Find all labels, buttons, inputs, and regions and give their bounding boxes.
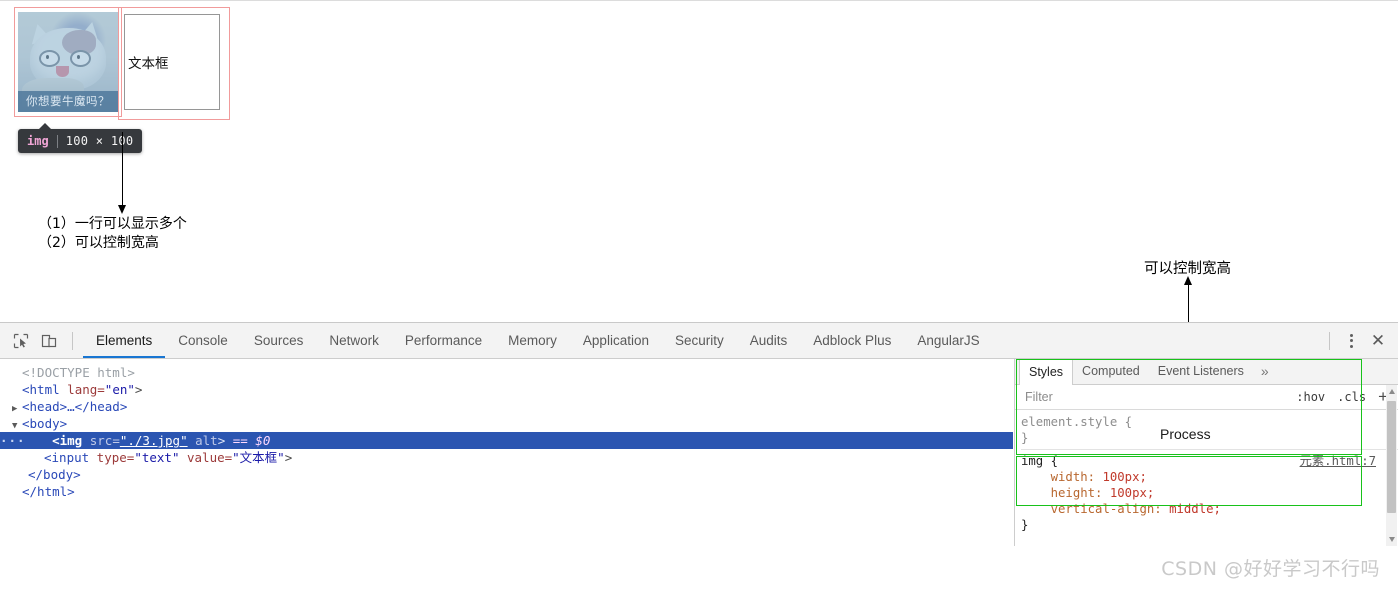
img-src-value[interactable]: "./3.jpg" bbox=[120, 433, 188, 448]
decl-height-value[interactable]: 100px; bbox=[1110, 486, 1154, 500]
page-image-element[interactable]: 你想要牛魔吗？ bbox=[18, 12, 118, 112]
dom-line-body-close[interactable]: </body> bbox=[0, 466, 1013, 483]
rule-separator bbox=[1021, 449, 1398, 450]
tab-sources[interactable]: Sources bbox=[241, 323, 317, 358]
tab-audits[interactable]: Audits bbox=[737, 323, 801, 358]
dom-badge-ellipsis[interactable]: ··· bbox=[0, 432, 25, 449]
decl-vertical-align-name[interactable]: vertical-align bbox=[1051, 502, 1155, 516]
tab-security[interactable]: Security bbox=[662, 323, 737, 358]
scrollbar-thumb[interactable] bbox=[1387, 401, 1396, 513]
img-tag-name: <img bbox=[52, 433, 83, 448]
element-highlight-tooltip: img 100 × 100 bbox=[18, 123, 143, 153]
head-collapsed-text: <head>…</head> bbox=[22, 399, 128, 414]
decl-vertical-align-value[interactable]: middle; bbox=[1169, 502, 1221, 516]
dom-line-img-selected[interactable]: ··· <img src="./3.jpg" alt> == $0 bbox=[0, 432, 1013, 449]
input-type-attr: type= bbox=[89, 450, 135, 465]
img-rule-brace: } bbox=[1021, 518, 1029, 532]
input-tag-close: > bbox=[284, 450, 293, 465]
img-selection-marker: == $0 bbox=[225, 433, 271, 448]
rule-decl-vertical-align[interactable]: vertical-align: middle; bbox=[1021, 501, 1398, 517]
decl-height-name[interactable]: height bbox=[1051, 486, 1095, 500]
body-open-tag: <body> bbox=[22, 416, 68, 431]
csdn-watermark: CSDN @好好学习不行吗 bbox=[1161, 558, 1380, 580]
styles-sidebar: Styles Computed Event Listeners » :hov .… bbox=[1014, 359, 1398, 546]
tab-application[interactable]: Application bbox=[570, 323, 662, 358]
annotation-note-left: （1）一行可以显示多个 （2）可以控制宽高 bbox=[38, 215, 187, 253]
dom-line-doctype[interactable]: <!DOCTYPE html> bbox=[0, 364, 1013, 381]
toolbar-divider bbox=[72, 331, 73, 350]
devtools-body: <!DOCTYPE html> <html lang="en"> ▶ <head>… bbox=[0, 359, 1398, 546]
img-rule-source-link[interactable]: 元素.html:7 bbox=[1300, 453, 1376, 469]
tooltip-divider bbox=[56, 134, 58, 148]
html-lang-attr: lang= bbox=[59, 382, 105, 397]
dom-line-head[interactable]: ▶ <head>…</head> bbox=[0, 398, 1013, 415]
dom-line-input[interactable]: <input type="text" value="文本框"> bbox=[0, 449, 1013, 466]
doctype-text: <!DOCTYPE html> bbox=[22, 365, 135, 380]
tab-memory[interactable]: Memory bbox=[495, 323, 570, 358]
scroll-up-arrow-icon[interactable] bbox=[1388, 389, 1395, 394]
rule-decl-height[interactable]: height: 100px; bbox=[1021, 485, 1398, 501]
devtools-toolbar-right: ✕ bbox=[1321, 323, 1392, 358]
decl-width-value[interactable]: 100px; bbox=[1102, 470, 1146, 484]
annotation-note-right: 可以控制宽高 bbox=[1144, 261, 1231, 277]
tab-angularjs[interactable]: AngularJS bbox=[904, 323, 992, 358]
styles-filter-row: :hov .cls + bbox=[1015, 385, 1398, 410]
styles-scrollbar[interactable] bbox=[1386, 385, 1397, 546]
scroll-down-arrow-icon[interactable] bbox=[1388, 537, 1395, 542]
text-input-value: 文本框 bbox=[128, 56, 169, 72]
tab-elements[interactable]: Elements bbox=[83, 323, 165, 358]
more-options-icon[interactable] bbox=[1338, 328, 1364, 354]
annotation-note-left-line1: （1）一行可以显示多个 bbox=[38, 216, 187, 232]
page-text-input[interactable]: 文本框 bbox=[124, 14, 220, 110]
img-alt-attr: alt bbox=[187, 433, 218, 448]
input-value-value: "文本框" bbox=[232, 450, 285, 465]
device-toolbar-icon[interactable] bbox=[36, 328, 62, 354]
styles-tab-bar: Styles Computed Event Listeners » bbox=[1015, 359, 1398, 385]
annotation-arrow-down bbox=[118, 132, 126, 214]
input-tag-name: <input bbox=[44, 450, 90, 465]
styles-tab-computed[interactable]: Computed bbox=[1073, 359, 1149, 384]
body-close-tag: </body> bbox=[28, 467, 81, 482]
tooltip-tag-name: img bbox=[27, 134, 49, 148]
more-tabs-icon[interactable]: » bbox=[1253, 359, 1277, 384]
cls-button[interactable]: .cls bbox=[1331, 390, 1372, 404]
html-tag-name: <html bbox=[22, 382, 60, 397]
rule-img-close: } bbox=[1021, 517, 1398, 533]
tab-performance[interactable]: Performance bbox=[392, 323, 495, 358]
toolbar-right-divider bbox=[1329, 331, 1330, 350]
devtools-toolbar: Elements Console Sources Network Perform… bbox=[0, 323, 1398, 359]
dom-line-html-close[interactable]: </html> bbox=[0, 483, 1013, 500]
html-tag-close: > bbox=[134, 382, 143, 397]
hov-state-button[interactable]: :hov bbox=[1290, 390, 1331, 404]
input-type-value: "text" bbox=[134, 450, 180, 465]
html-close-tag: </html> bbox=[22, 484, 75, 499]
annotation-note-left-line2: （2）可以控制宽高 bbox=[38, 235, 159, 251]
image-caption-text: 你想要牛魔吗？ bbox=[18, 91, 118, 112]
browser-page-viewport: 你想要牛魔吗？ img 100 × 100 文本框 （1）一行可以显示多个 （2… bbox=[0, 0, 1398, 375]
tab-adblock-plus[interactable]: Adblock Plus bbox=[800, 323, 904, 358]
rule-decl-width[interactable]: width: 100px; bbox=[1021, 469, 1398, 485]
styles-tab-event-listeners[interactable]: Event Listeners bbox=[1149, 359, 1253, 384]
annotation-process-label: Process bbox=[1160, 426, 1211, 442]
tab-network[interactable]: Network bbox=[316, 323, 392, 358]
elements-dom-tree[interactable]: <!DOCTYPE html> <html lang="en"> ▶ <head>… bbox=[0, 359, 1013, 546]
styles-tab-styles[interactable]: Styles bbox=[1019, 359, 1074, 385]
styles-filter-input[interactable] bbox=[1023, 389, 1291, 405]
close-icon[interactable]: ✕ bbox=[1364, 328, 1392, 354]
tooltip-dimensions: 100 × 100 bbox=[65, 134, 134, 148]
inspect-element-icon[interactable] bbox=[8, 328, 34, 354]
rule-img[interactable]: img { 元素.html:7 bbox=[1021, 453, 1398, 469]
img-rule-selector: img { bbox=[1021, 454, 1059, 468]
decl-width-name[interactable]: width bbox=[1051, 470, 1088, 484]
element-style-selector: element.style { bbox=[1021, 415, 1133, 429]
dom-line-html-open[interactable]: <html lang="en"> bbox=[0, 381, 1013, 398]
element-style-brace: } bbox=[1021, 431, 1029, 445]
html-lang-value: "en" bbox=[104, 382, 135, 397]
input-value-attr: value= bbox=[179, 450, 233, 465]
img-src-attr: src= bbox=[82, 433, 120, 448]
dom-line-body-open[interactable]: ▼ <body> bbox=[0, 415, 1013, 432]
tab-console[interactable]: Console bbox=[165, 323, 241, 358]
